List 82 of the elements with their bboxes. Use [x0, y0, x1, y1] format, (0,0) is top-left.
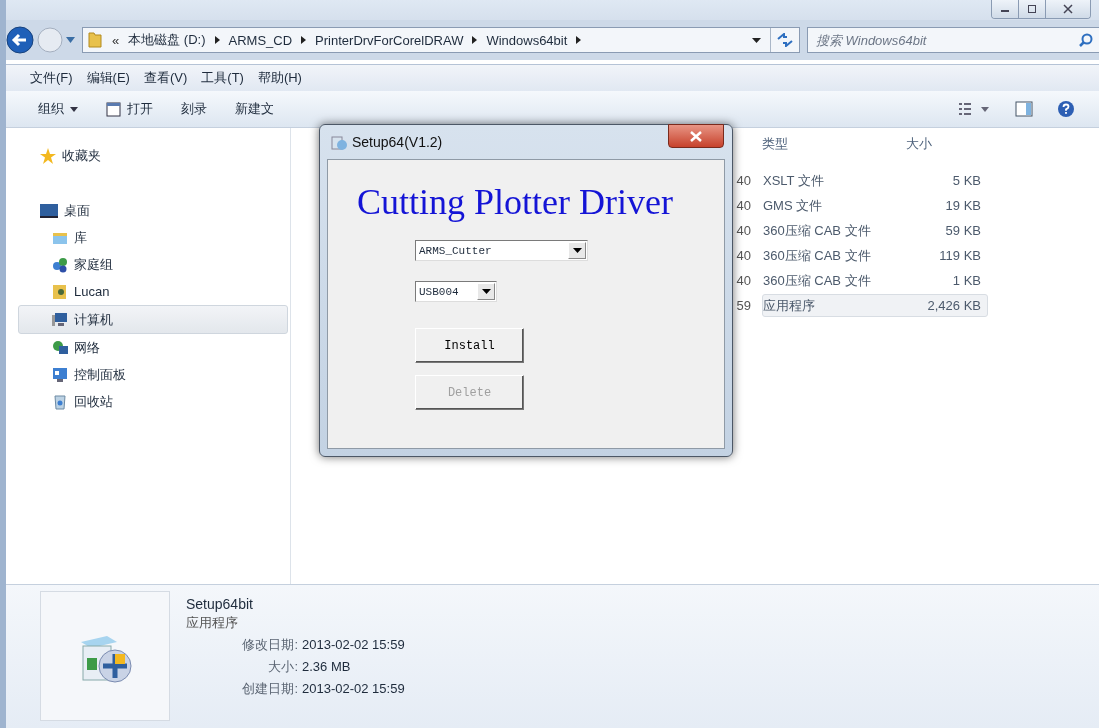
- folder-icon: [87, 31, 103, 49]
- close-icon: [690, 130, 702, 142]
- menu-item[interactable]: 文件(F): [30, 69, 73, 87]
- toolbar-button[interactable]: 新建文: [235, 100, 274, 118]
- date-cell-text: 59: [735, 298, 751, 313]
- dialog-heading: Cutting Plotter Driver: [357, 182, 673, 222]
- minimize-button[interactable]: [992, 0, 1019, 18]
- address-bar[interactable]: « 本地磁盘 (D:) ARMS_CD PrinterDrvForCorelDRAW Windows64bit: [82, 27, 800, 53]
- property-value: 2013-02-02 15:59: [302, 636, 405, 654]
- file-row[interactable]: 360压缩 CAB 文件 1 KB: [762, 269, 988, 292]
- property-value: 2013-02-02 15:59: [302, 680, 405, 698]
- property-label: 修改日期:: [241, 636, 298, 654]
- sidebar-item[interactable]: 回收站: [6, 388, 290, 415]
- chevron-icon[interactable]: [214, 36, 220, 44]
- menu-item[interactable]: 编辑(E): [86, 69, 130, 87]
- caret-icon: [572, 248, 582, 253]
- toolbar-button[interactable]: 刻录: [181, 100, 207, 118]
- breadcrumb-overflow[interactable]: «: [112, 32, 120, 48]
- file-row[interactable]: 应用程序 2,426 KB: [762, 294, 988, 317]
- file-type: 应用程序: [186, 614, 239, 632]
- refresh-icon: [777, 33, 793, 47]
- breadcrumb-item[interactable]: Windows64bit: [486, 32, 568, 48]
- homegroup-icon: [52, 256, 68, 273]
- sidebar-item[interactable]: 库: [6, 224, 290, 251]
- sidebar-item[interactable]: 桌面: [6, 197, 290, 224]
- menu-item[interactable]: 帮助(H): [257, 69, 302, 87]
- search-field[interactable]: 搜索 Windows64bit: [807, 27, 1099, 53]
- preview-pane-button[interactable]: [1015, 101, 1033, 117]
- file-row[interactable]: 360压缩 CAB 文件 59 KB: [762, 219, 988, 242]
- caret-icon: [481, 289, 491, 294]
- help-button[interactable]: [1057, 100, 1075, 118]
- dialog-button[interactable]: Install: [415, 328, 524, 363]
- property-value: 2.36 MB: [302, 658, 351, 676]
- date-cell-text: 40: [735, 198, 751, 213]
- printer-dropdown[interactable]: ARMS_Cutter: [415, 240, 588, 261]
- file-row[interactable]: 360压缩 CAB 文件 119 KB: [762, 244, 988, 267]
- toolbar-button[interactable]: 打开: [106, 100, 153, 118]
- column-header[interactable]: 大小: [906, 135, 932, 153]
- view-options-button[interactable]: [959, 102, 991, 116]
- star-icon: [40, 147, 56, 164]
- file-name: Setup64bit: [186, 595, 254, 614]
- chevron-icon[interactable]: [301, 36, 307, 44]
- close-button[interactable]: [668, 124, 724, 148]
- date-cell-text: 40: [735, 248, 751, 263]
- chevron-icon[interactable]: [576, 36, 582, 44]
- recycle-bin-icon: [52, 393, 68, 410]
- sidebar-item[interactable]: 网络: [6, 334, 290, 361]
- date-cell-text: 40: [735, 223, 751, 238]
- dialog-title: Setup64(V1.2): [352, 134, 443, 150]
- toolbar-button[interactable]: 组织: [38, 100, 78, 118]
- sidebar-item[interactable]: 收藏夹: [6, 142, 290, 169]
- network-icon: [52, 339, 68, 356]
- column-header[interactable]: 类型: [762, 135, 906, 153]
- sidebar-item[interactable]: 计算机: [18, 305, 288, 334]
- computer-icon: [52, 311, 68, 328]
- sidebar-item[interactable]: 家庭组: [6, 251, 290, 278]
- back-button[interactable]: [6, 26, 34, 54]
- property-label: 创建日期:: [241, 680, 298, 698]
- port-dropdown[interactable]: USB004: [415, 281, 497, 302]
- file-row[interactable]: GMS 文件 19 KB: [762, 194, 988, 217]
- dropdown-arrow-icon[interactable]: [66, 37, 75, 43]
- maximize-button[interactable]: [1019, 0, 1046, 18]
- property-label: 大小:: [267, 658, 298, 676]
- breadcrumb-item[interactable]: PrinterDrvForCorelDRAW: [315, 32, 464, 48]
- window-icon: [106, 101, 121, 117]
- control-panel-icon: [52, 366, 68, 383]
- date-cell-text: 40: [735, 273, 751, 288]
- caret-icon: [70, 106, 78, 112]
- sidebar-item[interactable]: 控制面板: [6, 361, 290, 388]
- menu-item[interactable]: 查看(V): [143, 69, 188, 87]
- installer-icon: [330, 133, 348, 151]
- file-row[interactable]: XSLT 文件 5 KB: [762, 169, 988, 192]
- maximize-icon: [1026, 4, 1038, 14]
- date-cell-text: 40: [735, 173, 751, 188]
- close-icon: [1062, 4, 1074, 14]
- user-folder-icon: [52, 283, 68, 300]
- chevron-icon[interactable]: [472, 36, 478, 44]
- sidebar-item[interactable]: Lucan: [6, 278, 290, 305]
- breadcrumb-item[interactable]: 本地磁盘 (D:): [128, 31, 206, 49]
- menu-item[interactable]: 工具(T): [201, 69, 244, 87]
- breadcrumb-item[interactable]: ARMS_CD: [228, 32, 293, 48]
- monitor-icon: [40, 203, 58, 218]
